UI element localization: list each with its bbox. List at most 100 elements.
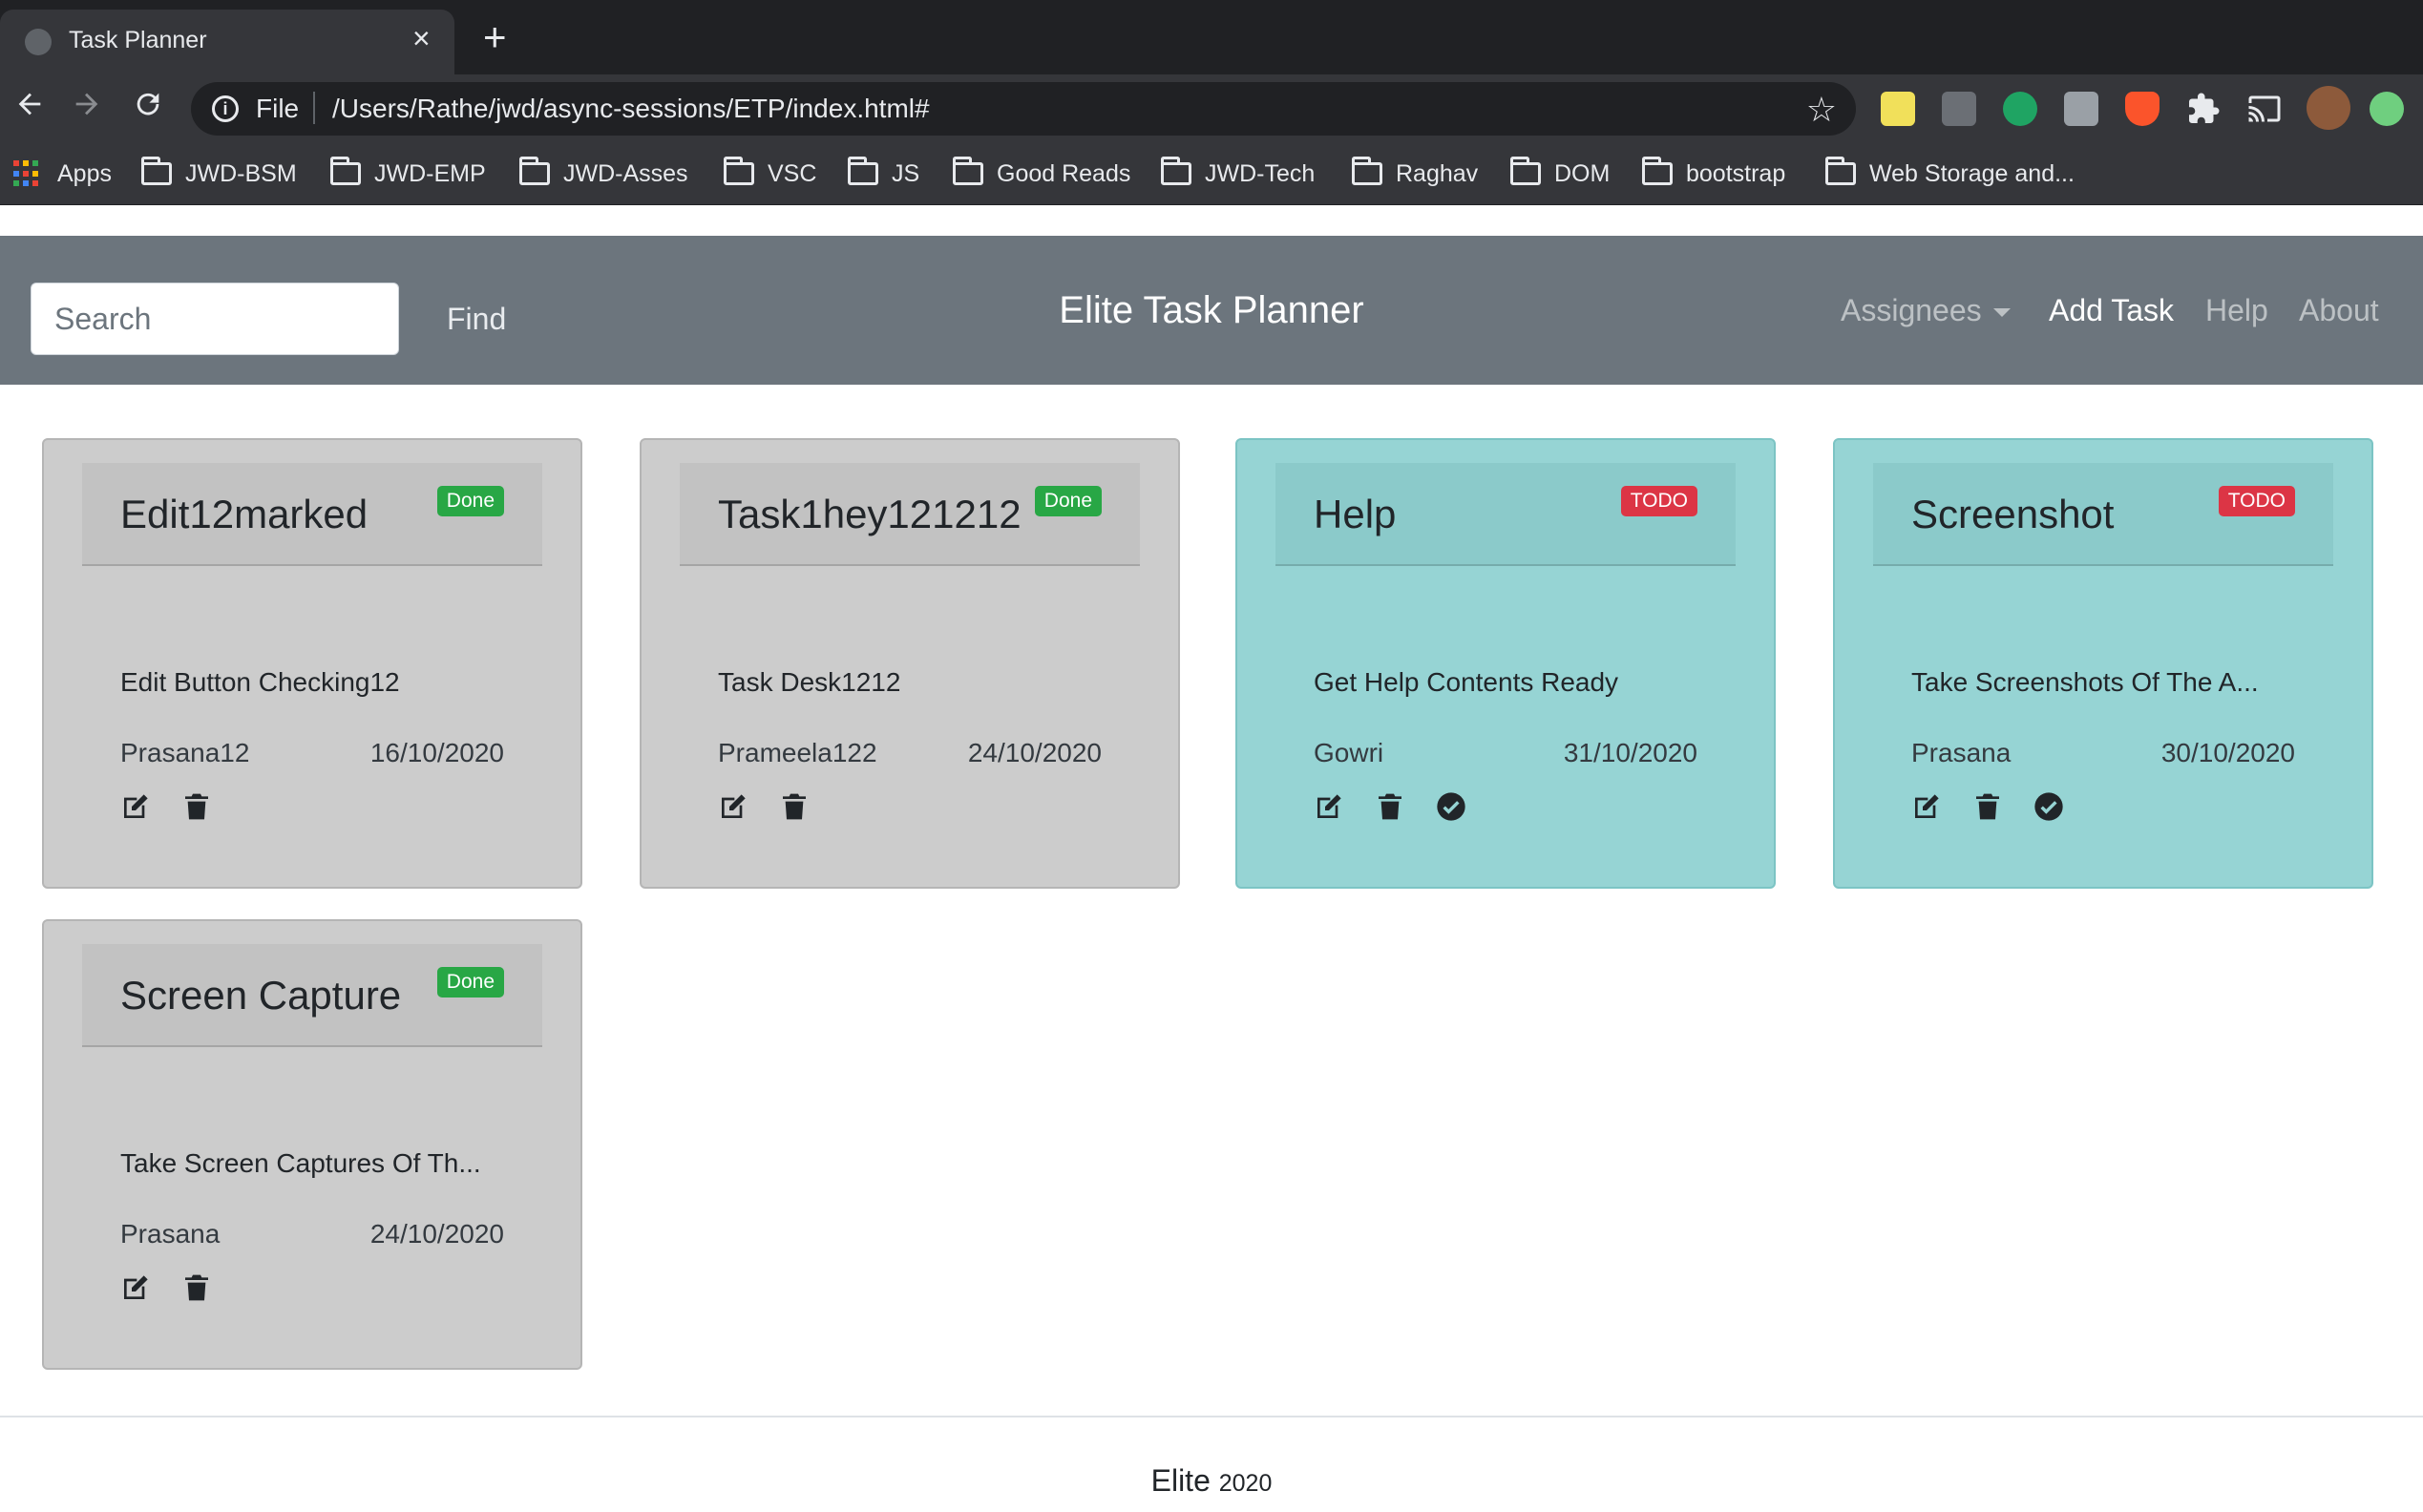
- trash-icon[interactable]: [1375, 791, 1405, 822]
- search-input[interactable]: [31, 283, 399, 355]
- card-actions: [120, 1272, 212, 1303]
- bookmark-folder[interactable]: JWD-Asses: [519, 157, 688, 191]
- card-actions: [120, 791, 212, 822]
- task-title: Screen Capture: [120, 973, 402, 1018]
- url-text[interactable]: /Users/Rathe/jwd/async-sessions/ETP/inde…: [332, 94, 930, 124]
- extension-galaxy-icon[interactable]: [1942, 92, 1976, 126]
- cast-icon[interactable]: [2247, 92, 2282, 126]
- bookmark-label: Raghav: [1396, 159, 1479, 187]
- task-card: Screenshot TODO Take Screenshots Of The …: [1833, 438, 2373, 889]
- task-assignee: Prasana12: [120, 738, 250, 767]
- footer: Elite 2020: [0, 1416, 2423, 1512]
- card-header: Screenshot TODO: [1873, 463, 2333, 566]
- bookmark-label: JS: [892, 159, 920, 187]
- back-arrow-icon[interactable]: [13, 88, 46, 126]
- apps-grid-icon: [13, 160, 40, 187]
- folder-icon: [1352, 157, 1382, 185]
- task-assignee: Gowri: [1314, 738, 1384, 767]
- status-badge: Done: [1034, 486, 1102, 516]
- profile-avatar[interactable]: [2307, 86, 2350, 130]
- add-task-link[interactable]: Add Task: [2049, 236, 2174, 385]
- close-tab-icon[interactable]: ×: [412, 23, 431, 53]
- folder-icon: [848, 157, 878, 185]
- task-description: Take Screenshots Of The A...: [1911, 667, 2259, 697]
- card-actions: [718, 791, 810, 822]
- card-header: Task1hey121212 Done: [680, 463, 1140, 566]
- task-description: Get Help Contents Ready: [1314, 667, 1619, 697]
- extension-gray-icon[interactable]: [2064, 92, 2098, 126]
- bookmark-folder[interactable]: Raghav: [1352, 157, 1478, 191]
- help-link[interactable]: Help: [2205, 236, 2268, 385]
- trash-icon[interactable]: [1972, 791, 2003, 822]
- task-title: Screenshot: [1911, 492, 2115, 536]
- bookmark-folder[interactable]: DOM: [1510, 157, 1610, 191]
- extension-green-icon[interactable]: [2003, 92, 2037, 126]
- edit-icon[interactable]: [1314, 791, 1344, 822]
- page-content: Find Elite Task Planner Assignees Add Ta…: [0, 205, 2423, 1512]
- browser-chrome: Task Planner × + i File /Users/Rathe/jwd…: [0, 0, 2423, 205]
- bookmark-folder[interactable]: bootstrap: [1642, 157, 1785, 191]
- bookmark-folder[interactable]: Web Storage and...: [1825, 157, 2075, 191]
- bookmark-folder[interactable]: VSC: [724, 157, 816, 191]
- puzzle-extensions-icon[interactable]: [2186, 92, 2221, 126]
- trash-icon[interactable]: [181, 1272, 212, 1303]
- card-actions: [1911, 791, 2064, 822]
- folder-icon: [1510, 157, 1541, 185]
- folder-icon: [724, 157, 754, 185]
- assignees-dropdown[interactable]: Assignees: [1841, 236, 2011, 385]
- trash-icon[interactable]: [181, 791, 212, 822]
- bookmark-label: JWD-Asses: [563, 159, 688, 187]
- trash-icon[interactable]: [779, 791, 810, 822]
- reload-icon[interactable]: [132, 88, 164, 126]
- about-link[interactable]: About: [2299, 236, 2379, 385]
- check-circle-icon[interactable]: [2033, 791, 2064, 822]
- task-date: 31/10/2020: [1563, 738, 1697, 767]
- bookmark-label: DOM: [1554, 159, 1611, 187]
- task-title: Help: [1314, 492, 1397, 536]
- status-badge: TODO: [2218, 486, 2295, 516]
- task-assignee: Prameela122: [718, 738, 877, 767]
- status-badge: Done: [436, 967, 504, 998]
- bookmark-label: bootstrap: [1686, 159, 1786, 187]
- address-bar[interactable]: i File /Users/Rathe/jwd/async-sessions/E…: [191, 82, 1856, 136]
- task-card: Help TODO Get Help Contents Ready Gowri …: [1235, 438, 1776, 889]
- folder-icon: [1825, 157, 1856, 185]
- folder-icon: [1161, 157, 1191, 185]
- navbar: Find Elite Task Planner Assignees Add Ta…: [0, 236, 2423, 385]
- extension-icon[interactable]: [1881, 92, 1915, 126]
- url-separator: [313, 92, 315, 124]
- edit-icon[interactable]: [1911, 791, 1942, 822]
- find-button[interactable]: Find: [428, 283, 525, 355]
- bookmark-star-icon[interactable]: ☆: [1806, 90, 1837, 130]
- bookmark-label: VSC: [768, 159, 817, 187]
- edit-icon[interactable]: [120, 1272, 151, 1303]
- task-card: Screen Capture Done Take Screen Captures…: [42, 919, 582, 1370]
- update-icon[interactable]: [2370, 92, 2404, 126]
- folder-icon: [1642, 157, 1673, 185]
- status-badge: TODO: [1620, 486, 1697, 516]
- task-date: 30/10/2020: [2160, 738, 2295, 767]
- footer-year: 2020: [1218, 1470, 1273, 1497]
- task-title: Edit12marked: [120, 492, 369, 536]
- bookmark-apps[interactable]: Apps: [13, 157, 112, 191]
- bookmark-label: JWD-Tech: [1205, 159, 1316, 187]
- edit-icon[interactable]: [718, 791, 748, 822]
- browser-tab[interactable]: Task Planner ×: [0, 10, 454, 74]
- brave-icon[interactable]: [2125, 92, 2160, 126]
- footer-brand: Elite: [1150, 1463, 1211, 1498]
- bookmark-folder[interactable]: JWD-EMP: [330, 157, 486, 191]
- check-circle-icon[interactable]: [1436, 791, 1466, 822]
- bookmark-folder[interactable]: Good Reads: [953, 157, 1130, 191]
- edit-icon[interactable]: [120, 791, 151, 822]
- bookmark-folder[interactable]: JWD-Tech: [1161, 157, 1315, 191]
- bookmark-label: Good Reads: [997, 159, 1131, 187]
- bookmark-folder[interactable]: JWD-BSM: [141, 157, 297, 191]
- forward-arrow-icon[interactable]: [71, 88, 103, 126]
- bookmark-label: JWD-BSM: [185, 159, 297, 187]
- caret-down-icon: [1992, 308, 2011, 318]
- info-icon[interactable]: i: [212, 95, 239, 122]
- bookmark-label: Web Storage and...: [1869, 159, 2075, 187]
- task-assignee: Prasana: [120, 1219, 221, 1249]
- new-tab-button[interactable]: +: [483, 17, 507, 57]
- bookmark-folder[interactable]: JS: [848, 157, 919, 191]
